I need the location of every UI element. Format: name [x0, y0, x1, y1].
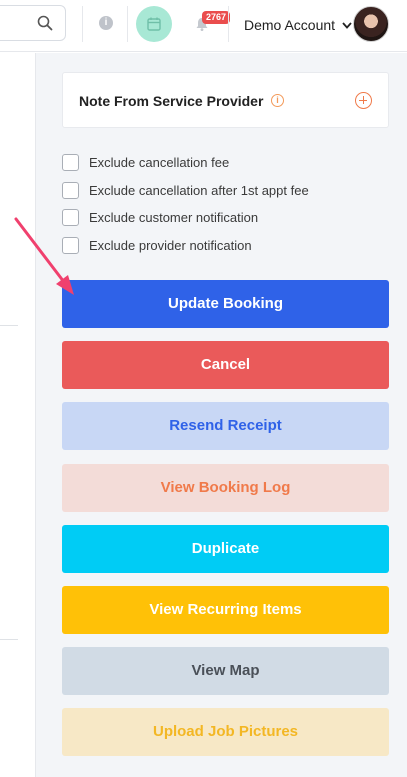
checkbox-label: Exclude provider notification — [89, 237, 252, 253]
divider — [0, 639, 18, 640]
view-booking-log-button[interactable]: View Booking Log — [62, 464, 389, 512]
service-provider-note-card: Note From Service Provider i — [62, 72, 389, 128]
exclude-customer-notification-checkbox[interactable] — [62, 209, 79, 226]
top-bar: i 2767 Demo Account — [0, 0, 407, 52]
avatar[interactable] — [353, 6, 389, 42]
exclude-cancellation-after-first-checkbox[interactable] — [62, 181, 79, 199]
account-name: Demo Account — [244, 17, 336, 33]
divider — [82, 6, 83, 42]
info-icon[interactable]: i — [271, 94, 284, 107]
divider — [228, 6, 229, 42]
upload-job-pictures-button[interactable]: Upload Job Pictures — [62, 708, 389, 756]
booking-actions-panel: Note From Service Provider i Exclude can… — [36, 53, 407, 777]
cancel-button[interactable]: Cancel — [62, 341, 389, 389]
exclude-cancellation-fee-checkbox[interactable] — [62, 154, 79, 171]
divider — [0, 325, 18, 326]
search-input[interactable] — [0, 5, 66, 41]
search-icon — [37, 15, 53, 31]
info-icon[interactable]: i — [99, 16, 113, 30]
duplicate-button[interactable]: Duplicate — [62, 525, 389, 573]
add-note-icon[interactable] — [355, 92, 372, 109]
notification-badge: 2767 — [202, 11, 231, 24]
divider — [127, 6, 128, 42]
note-title: Note From Service Provider — [79, 93, 264, 109]
view-recurring-items-button[interactable]: View Recurring Items — [62, 586, 389, 634]
update-booking-button[interactable]: Update Booking — [62, 280, 389, 328]
checkbox-label: Exclude customer notification — [89, 210, 259, 225]
checkbox-label: Exclude cancellation fee — [89, 155, 230, 170]
exclude-provider-notification-checkbox[interactable] — [62, 236, 79, 254]
account-menu[interactable]: Demo Account — [244, 17, 352, 33]
view-map-button[interactable]: View Map — [62, 647, 389, 695]
left-content-pane — [0, 53, 36, 777]
calendar-icon — [147, 17, 161, 31]
chevron-down-icon — [342, 22, 352, 29]
resend-receipt-button[interactable]: Resend Receipt — [62, 402, 389, 450]
checkbox-label: Exclude cancellation after 1st appt fee — [89, 182, 309, 198]
calendar-button[interactable] — [136, 6, 172, 42]
